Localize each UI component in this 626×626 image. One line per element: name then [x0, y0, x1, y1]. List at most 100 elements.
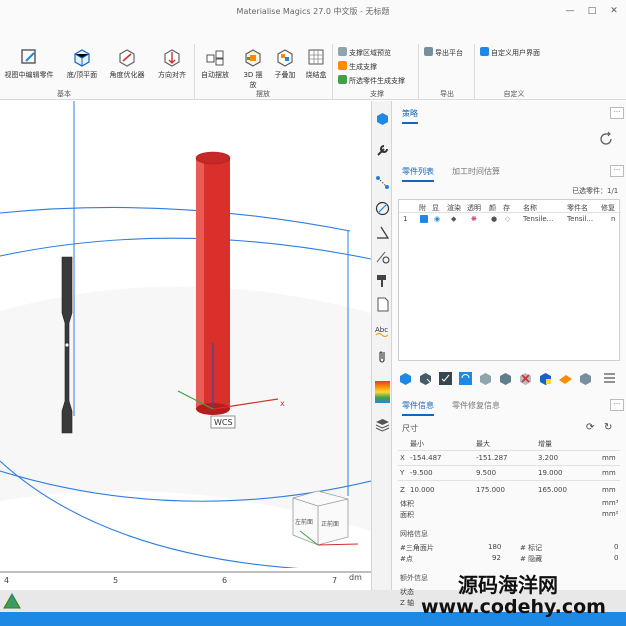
- ribbon-separator: [418, 44, 419, 100]
- ruler-tick-6: 6: [222, 576, 228, 585]
- orange-tile-icon[interactable]: [558, 371, 573, 386]
- duplicate-part-icon[interactable]: [478, 371, 493, 386]
- platform-part-icon[interactable]: [578, 371, 593, 386]
- group-label-custom: 自定义: [503, 90, 525, 98]
- view-cube-left-face: 左前面: [295, 518, 313, 526]
- angle-optimizer-icon: [119, 49, 135, 67]
- document-icon[interactable]: [375, 297, 390, 312]
- tab-strategy[interactable]: 策略: [402, 108, 418, 124]
- cube-tool-icon[interactable]: [375, 111, 390, 126]
- custom-ui-icon: [480, 47, 489, 56]
- generate-support-selected-button[interactable]: 所选零件生成支撑: [338, 75, 405, 86]
- sub-add-button[interactable]: 子叠加: [270, 46, 300, 80]
- sync-icon[interactable]: ↻: [604, 422, 612, 433]
- color-scale-icon[interactable]: [375, 381, 390, 403]
- paperclip-icon[interactable]: [375, 349, 390, 364]
- parts-more-button[interactable]: ···: [610, 165, 624, 177]
- ruler-tick-7: 7: [332, 576, 338, 585]
- export-platform-button[interactable]: 导出平台: [424, 47, 463, 58]
- hidden-label: # 隐藏: [520, 555, 543, 563]
- support-preview-button[interactable]: 支撑区域预览: [338, 47, 391, 58]
- minimize-button[interactable]: —: [562, 4, 578, 18]
- tab-part-info[interactable]: 零件信息: [402, 400, 434, 416]
- bottom-top-plane-label: 底/顶平面: [66, 71, 98, 79]
- refresh-icon[interactable]: ⟳: [586, 422, 594, 433]
- visible-eye-icon[interactable]: ◉: [434, 215, 440, 223]
- angle-optimizer-button[interactable]: 角度优化器: [104, 46, 150, 80]
- custom-ui-label: 自定义用户界面: [491, 49, 540, 57]
- direction-align-button[interactable]: 方向对齐: [152, 46, 192, 80]
- wcs-x-label: x: [280, 399, 285, 408]
- auto-place-button[interactable]: 自动摆放: [196, 46, 234, 80]
- sinter-box-button[interactable]: 烧结盒: [302, 46, 330, 80]
- tab-repair-info[interactable]: 零件修复信息: [452, 400, 500, 414]
- hammer-icon[interactable]: [375, 273, 390, 288]
- dimensions-title: 尺寸: [402, 424, 418, 433]
- refresh-history-icon[interactable]: [598, 131, 614, 147]
- list-settings-icon[interactable]: [602, 371, 617, 386]
- z-axis-label: Z 轴: [400, 599, 415, 607]
- edit-in-view-button[interactable]: 视图中编辑零件: [0, 46, 58, 80]
- tab-build-time[interactable]: 加工时间估算: [452, 166, 500, 180]
- check-part-icon[interactable]: [438, 371, 453, 386]
- info-measure-icon[interactable]: [375, 249, 390, 264]
- color-part-icon[interactable]: [538, 371, 553, 386]
- wrench-icon[interactable]: [375, 143, 390, 158]
- volume-label: 体积: [400, 500, 414, 508]
- color-dot-icon[interactable]: ●: [491, 215, 497, 223]
- right-panel: 策略 ··· 零件列表 加工时间估算 ··· 已选零件：1/1 附 显 渲染 透…: [392, 101, 626, 590]
- bottom-top-plane-button[interactable]: 底/顶平面: [62, 46, 102, 80]
- parts-tab-row: 零件列表 加工时间估算: [392, 163, 626, 182]
- maximize-button[interactable]: □: [584, 4, 600, 18]
- angle-optimizer-label: 角度优化器: [109, 71, 145, 79]
- layers-icon[interactable]: [375, 417, 390, 432]
- nest-3d-icon: [245, 49, 261, 67]
- nest-3d-button[interactable]: 3D 摆 放: [238, 46, 268, 90]
- export-platform-label: 导出平台: [435, 49, 463, 57]
- diameter-icon[interactable]: [375, 201, 390, 216]
- storage-icon[interactable]: ◇: [505, 215, 510, 223]
- render-cube-icon[interactable]: ◆: [451, 215, 456, 223]
- transparency-icon[interactable]: ❋: [471, 215, 477, 223]
- export-platform-icon: [424, 47, 433, 56]
- info-tab-row: 零件信息 零件修复信息: [392, 397, 626, 416]
- generate-support-selected-label: 所选零件生成支撑: [349, 77, 405, 85]
- scene-tree-icon[interactable]: [2, 592, 22, 610]
- auto-place-icon: [206, 50, 224, 66]
- custom-ui-button[interactable]: 自定义用户界面: [480, 47, 540, 58]
- close-button[interactable]: ✕: [606, 4, 622, 18]
- svg-text:Abc: Abc: [375, 326, 388, 334]
- table-row[interactable]: 1 ◉ ◆ ❋ ● ◇ Tensile... Tensil... n: [399, 200, 621, 226]
- import-part-icon[interactable]: [398, 371, 413, 386]
- strategy-tab-row: 策略: [392, 105, 626, 124]
- ruler-line: [0, 571, 371, 573]
- view-cube[interactable]: 左前面 正前面: [292, 490, 359, 546]
- sinter-box-label: 烧结盒: [305, 71, 327, 79]
- delete-part-icon[interactable]: [518, 371, 533, 386]
- tab-parts-list[interactable]: 零件列表: [402, 166, 434, 182]
- dim-axis-z: Z: [400, 486, 405, 494]
- info-more-button[interactable]: ···: [610, 399, 624, 411]
- parts-table[interactable]: 附 显 渲染 透明 颜 存 名称 零件名 修复 1 ◉ ◆ ❋ ● ◇ Tens…: [398, 199, 621, 361]
- generate-support-label: 生成支撑: [349, 63, 377, 71]
- select-part-icon[interactable]: [418, 371, 433, 386]
- auto-place-label: 自动摆放: [201, 71, 229, 79]
- ribbon-separator: [332, 44, 333, 100]
- panel-more-button[interactable]: ···: [610, 107, 624, 119]
- triangles-label: #三角面片: [400, 544, 434, 552]
- text-annotation-icon[interactable]: Abc: [375, 323, 390, 338]
- support-preview-label: 支撑区域预览: [349, 49, 391, 57]
- sync-part-icon[interactable]: [458, 371, 473, 386]
- generate-support-button[interactable]: 生成支撑: [338, 61, 377, 72]
- window-title: Materialise Magics 27.0 中文版 - 无标题: [236, 7, 390, 16]
- group-part-icon[interactable]: [498, 371, 513, 386]
- measure-points-icon[interactable]: [375, 175, 390, 190]
- row-index: 1: [403, 215, 408, 223]
- attach-checkbox[interactable]: [420, 215, 428, 223]
- dim-z-max: 175.000: [476, 486, 505, 494]
- dim-z-unit: mm: [602, 486, 616, 494]
- angle-measure-icon[interactable]: [375, 225, 390, 240]
- ribbon-separator: [194, 44, 195, 100]
- plane-cube-icon: [74, 49, 90, 67]
- 3d-viewport[interactable]: x WCS 左前面 正前面: [0, 101, 371, 591]
